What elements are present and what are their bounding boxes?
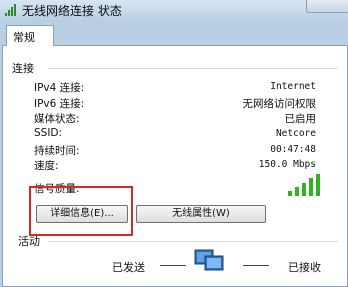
duration-value: 00:47:48	[270, 144, 316, 155]
received-line	[243, 265, 269, 266]
speed-label: 速度:	[34, 160, 59, 172]
ssid-value: Netcore	[275, 128, 316, 139]
ipv6-value: 无网络访问权限	[242, 98, 317, 110]
tab-general-label: 常规	[13, 31, 35, 44]
media-state-label: 媒体状态:	[34, 113, 80, 125]
speed-value: 150.0 Mbps	[258, 159, 316, 170]
window-title: 无线网络连接 状态	[22, 4, 122, 18]
duration-label: 持续时间:	[34, 145, 80, 157]
signal-bars-icon	[288, 174, 320, 196]
activity-divider	[48, 241, 338, 242]
signal-quality-label: 信号质量:	[34, 183, 80, 195]
wireless-signal-icon	[5, 4, 16, 16]
close-button[interactable]	[306, 0, 348, 13]
connection-header: 连接	[12, 62, 34, 75]
ssid-label: SSID:	[34, 127, 63, 139]
details-button[interactable]: 详细信息(E)...	[36, 205, 128, 223]
wireless-properties-button[interactable]: 无线属性(W)	[136, 205, 266, 223]
sent-line	[160, 265, 186, 266]
ipv6-label: IPv6 连接:	[34, 98, 85, 110]
media-state-value: 已启用	[284, 113, 317, 125]
network-monitor-icon	[194, 249, 224, 271]
title-bar: 无线网络连接 状态	[0, 0, 348, 22]
ipv4-value: Internet	[270, 81, 316, 92]
ipv4-label: IPv4 连接:	[34, 82, 85, 94]
tab-general[interactable]: 常规	[6, 25, 54, 46]
connection-divider	[48, 68, 338, 69]
activity-header: 活动	[18, 235, 40, 248]
